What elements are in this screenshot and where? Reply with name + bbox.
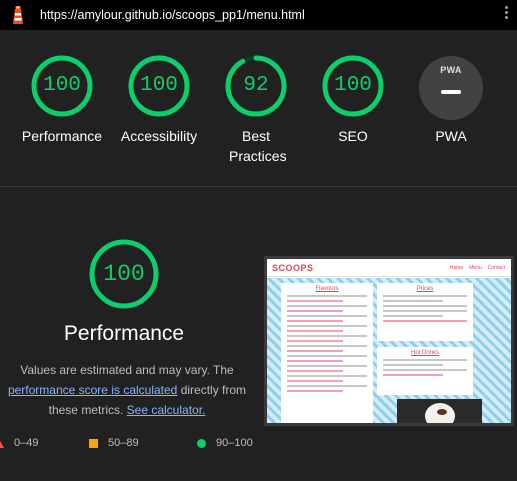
screenshot-prices-panel: Prices bbox=[377, 283, 473, 341]
lighthouse-icon bbox=[13, 6, 23, 24]
pwa-badge-text: PWA bbox=[440, 65, 462, 75]
performance-description: Values are estimated and may vary. The p… bbox=[0, 360, 262, 420]
performance-large-gauge: 100 bbox=[88, 238, 160, 310]
pwa-label[interactable]: PWA bbox=[396, 126, 506, 146]
accessibility-gauge[interactable]: 100 bbox=[127, 54, 191, 118]
performance-large-score: 100 bbox=[103, 261, 145, 287]
pass-circle-icon bbox=[197, 438, 206, 448]
average-square-icon bbox=[89, 438, 98, 448]
page-url[interactable]: https://amylour.github.io/scoops_pp1/men… bbox=[40, 8, 305, 22]
screenshot-ice-cream-photo bbox=[397, 399, 482, 423]
screenshot-hot-drinks-title: Hot Drinks bbox=[410, 350, 439, 356]
legend-pass: 90–100 bbox=[197, 437, 253, 449]
screenshot-nav-home: Home bbox=[449, 265, 464, 271]
screenshot-nav: SCOOPS Home Menu Contact bbox=[267, 259, 511, 277]
performance-gauge[interactable]: 100 bbox=[30, 54, 94, 118]
screenshot-nav-links: Home Menu Contact bbox=[444, 265, 505, 271]
top-bar: https://amylour.github.io/scoops_pp1/men… bbox=[0, 0, 517, 30]
performance-title: Performance bbox=[63, 322, 185, 345]
screenshot-nav-contact: Contact bbox=[487, 265, 505, 271]
description-prefix: Values are estimated and may vary. The bbox=[20, 363, 234, 377]
screenshot-brand: SCOOPS bbox=[272, 263, 314, 273]
screenshot-prices-title: Prices bbox=[416, 286, 434, 292]
screenshot-flavours-panel: Flavours bbox=[281, 283, 373, 423]
best-practices-gauge[interactable]: 92 bbox=[224, 54, 288, 118]
legend-pass-range: 90–100 bbox=[216, 437, 253, 449]
accessibility-label[interactable]: Accessibility bbox=[104, 126, 214, 146]
screenshot-hot-drinks-panel: Hot Drinks bbox=[377, 347, 473, 395]
legend-average: 50–89 bbox=[89, 437, 139, 449]
screenshot-nav-menu: Menu bbox=[469, 265, 482, 271]
accessibility-score: 100 bbox=[140, 74, 178, 97]
best-practices-score: 92 bbox=[243, 74, 269, 97]
seo-gauge[interactable]: 100 bbox=[321, 54, 385, 118]
screenshot-flavours-title: Flavours bbox=[315, 286, 339, 292]
pwa-dash-icon bbox=[441, 90, 461, 94]
section-divider bbox=[0, 186, 517, 187]
performance-score: 100 bbox=[43, 74, 81, 97]
legend-fail-range: 0–49 bbox=[14, 437, 39, 449]
see-calculator-link[interactable]: See calculator. bbox=[127, 403, 206, 417]
legend-fail: 0–49 bbox=[0, 437, 38, 449]
more-options-icon[interactable] bbox=[503, 6, 509, 24]
score-calculated-link[interactable]: performance score is calculated bbox=[8, 383, 177, 397]
legend-average-range: 50–89 bbox=[108, 437, 139, 449]
performance-label[interactable]: Performance bbox=[7, 126, 117, 146]
pwa-badge-icon[interactable]: PWA bbox=[419, 56, 483, 120]
seo-label[interactable]: SEO bbox=[298, 126, 408, 146]
seo-score: 100 bbox=[334, 74, 372, 97]
best-practices-label[interactable]: Best Practices bbox=[201, 126, 311, 166]
fail-triangle-icon bbox=[0, 438, 4, 448]
page-screenshot[interactable]: SCOOPS Home Menu Contact Flavours Prices H… bbox=[264, 256, 514, 426]
